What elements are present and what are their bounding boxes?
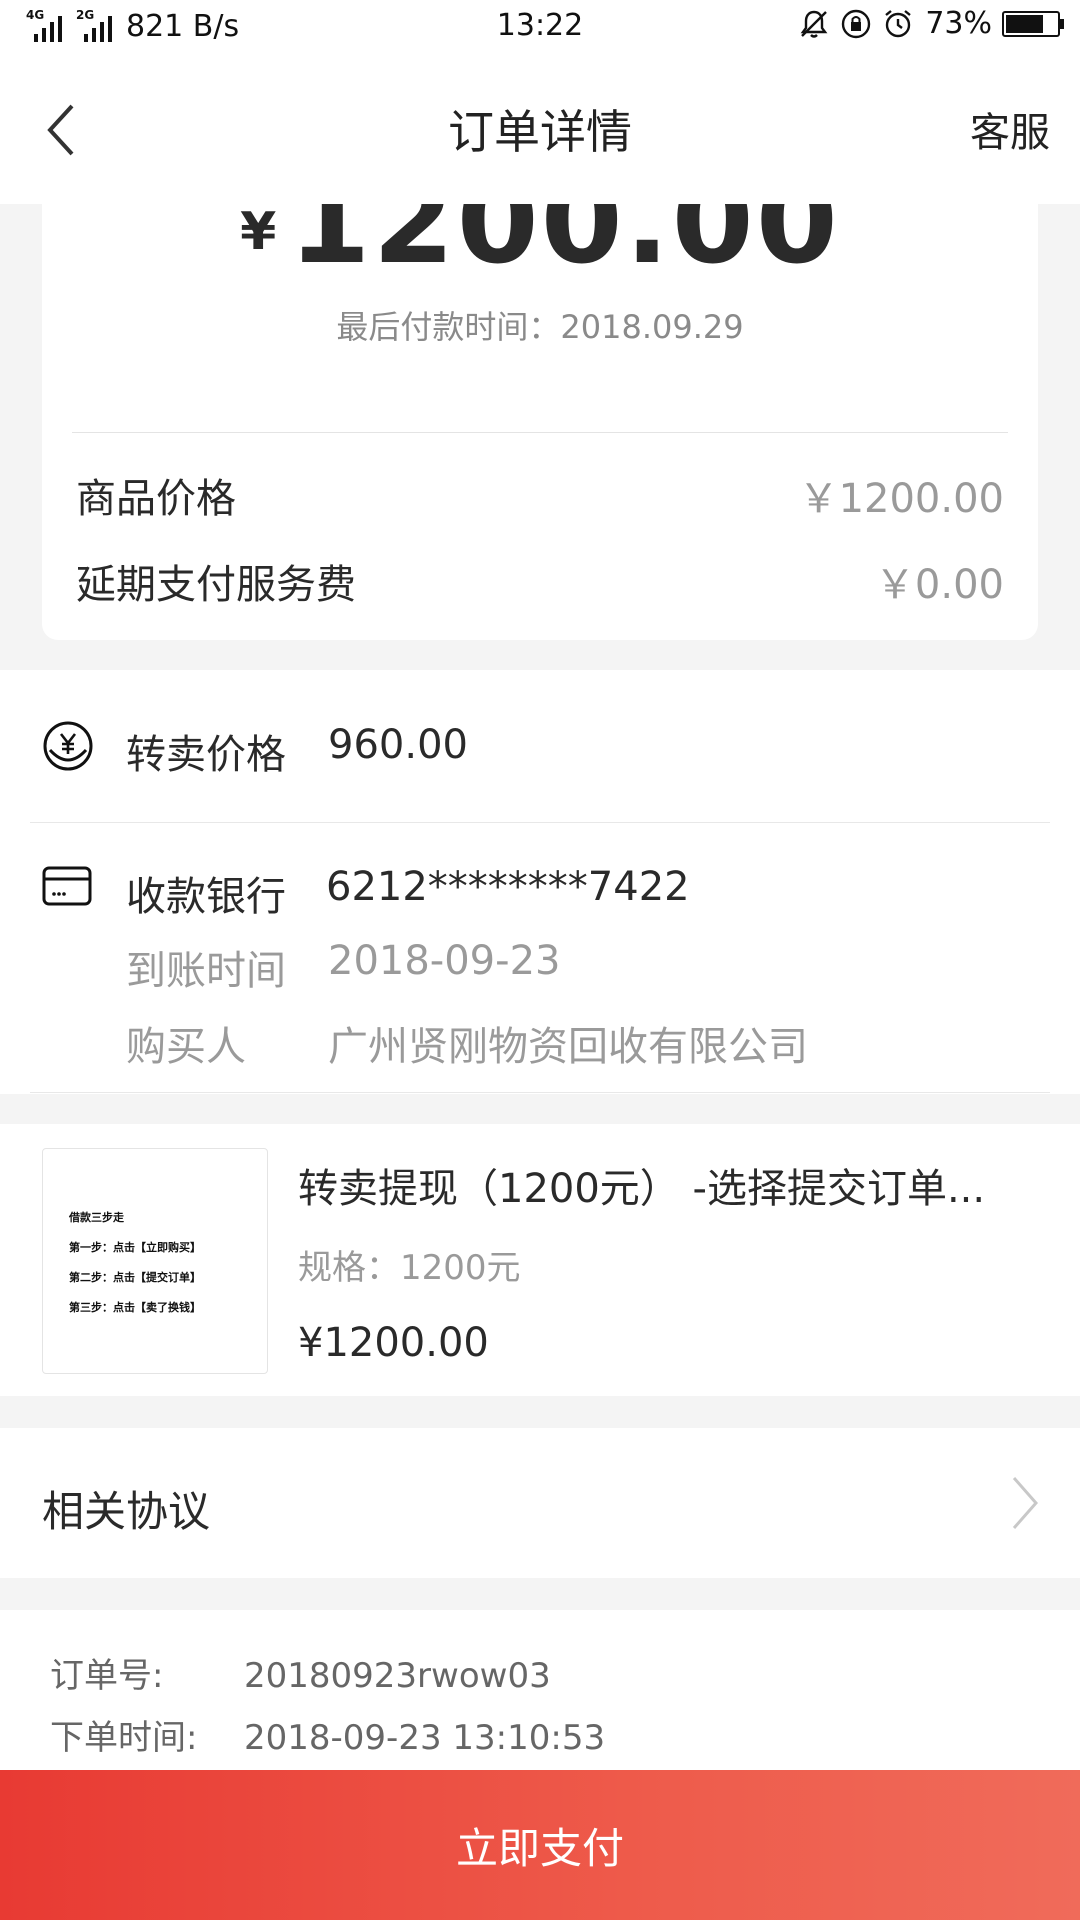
resale-price-row: 转卖价格 960.00 — [0, 670, 1080, 822]
mute-bell-icon — [800, 10, 828, 38]
order-time-label: 下单时间: — [50, 1718, 198, 1758]
order-number-row: 订单号: 20180923rwow03 — [50, 1648, 551, 1697]
order-number-value: 20180923rwow03 — [244, 1656, 551, 1696]
service-fee-value: ￥0.00 — [874, 562, 1004, 608]
bank-account-value: 6212********7422 — [326, 864, 690, 910]
divider — [30, 1092, 1050, 1093]
yuan-coin-icon — [43, 721, 93, 771]
product-title: 转卖提现（1200元） -选择提交订单... — [298, 1166, 986, 1212]
resale-price-label: 转卖价格 — [126, 732, 286, 778]
payment-deadline: 最后付款时间：2018.09.29 — [336, 308, 744, 346]
chevron-right-icon — [1012, 1477, 1038, 1529]
divider — [72, 432, 1008, 433]
thumb-line: 借款三步走 — [69, 1211, 124, 1224]
order-time-row: 下单时间: 2018-09-23 13:10:53 — [50, 1710, 605, 1759]
battery-icon — [1002, 10, 1064, 37]
order-number-label: 订单号: — [50, 1656, 164, 1696]
thumb-line: 第一步：点击【立即购买】 — [69, 1241, 201, 1254]
goods-price-value: ￥1200.00 — [798, 476, 1004, 522]
thumb-line: 第二步：点击【提交订单】 — [69, 1271, 201, 1284]
summary-card: ¥1200.00 最后付款时间：2018.09.29 商品价格 ￥1200.00… — [42, 204, 1038, 640]
nav-bar: 订单详情 客服 — [0, 56, 1080, 204]
resale-section: 转卖价格 960.00 收款银行 6212********7422 到账时间 2… — [0, 670, 1080, 1094]
resale-price-value: 960.00 — [328, 722, 468, 768]
battery-fill — [1006, 14, 1043, 33]
bank-card-icon — [42, 866, 92, 906]
battery-percent: 73% — [925, 6, 992, 41]
product-item[interactable]: 借款三步走 第一步：点击【立即购买】 第二步：点击【提交订单】 第三步：点击【卖… — [0, 1124, 1080, 1396]
alarm-icon — [885, 9, 912, 37]
price-row-goods: 商品价格 ￥1200.00 — [76, 466, 1004, 524]
agreement-row[interactable]: 相关协议 — [0, 1428, 1080, 1578]
arrival-time-value: 2018-09-23 — [328, 938, 561, 984]
currency-symbol: ¥ — [240, 204, 277, 262]
amount-value: 1200.00 — [288, 204, 840, 290]
bank-label: 收款银行 — [126, 874, 286, 920]
thumb-line: 第三步：点击【卖了换钱】 — [69, 1301, 201, 1314]
service-fee-label: 延期支付服务费 — [76, 562, 356, 608]
summary-section: ¥1200.00 最后付款时间：2018.09.29 商品价格 ￥1200.00… — [0, 204, 1080, 670]
product-price: ¥1200.00 — [298, 1320, 489, 1366]
total-amount: ¥1200.00 — [42, 204, 1038, 290]
page-title: 订单详情 — [448, 105, 632, 159]
order-time-value: 2018-09-23 13:10:53 — [244, 1718, 606, 1758]
pay-now-button[interactable]: 立即支付 — [0, 1770, 1080, 1920]
divider — [30, 822, 1050, 823]
buyer-value: 广州贤刚物资回收有限公司 — [328, 1024, 808, 1070]
product-spec: 规格：1200元 — [298, 1248, 521, 1288]
agreement-label: 相关协议 — [42, 1487, 211, 1536]
arrival-time-label: 到账时间 — [126, 948, 286, 994]
status-right: 73% — [789, 6, 1064, 41]
rotation-lock-icon — [842, 9, 871, 38]
goods-price-label: 商品价格 — [76, 476, 236, 522]
product-thumbnail[interactable]: 借款三步走 第一步：点击【立即购买】 第二步：点击【提交订单】 第三步：点击【卖… — [42, 1148, 268, 1374]
price-row-service-fee: 延期支付服务费 ￥0.00 — [76, 552, 1004, 610]
buyer-label: 购买人 — [126, 1024, 246, 1070]
status-bar: 4G 2G 821 B/s 13:22 73% — [0, 0, 1080, 56]
customer-service-button[interactable]: 客服 — [970, 100, 1050, 158]
